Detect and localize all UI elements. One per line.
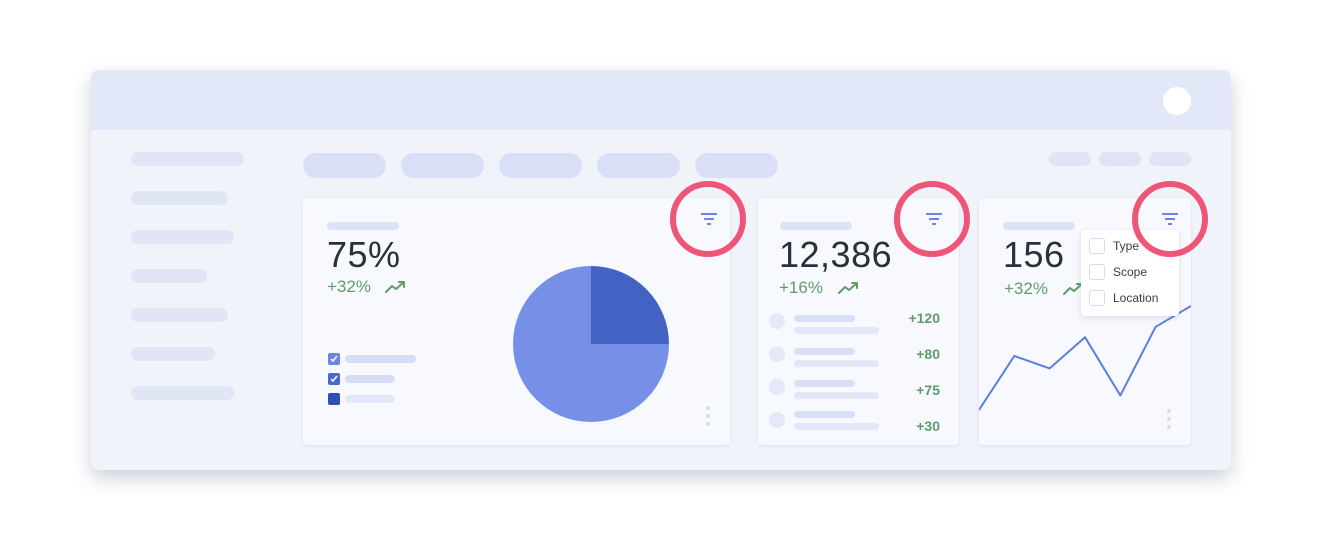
line-chart [979,305,1191,411]
legend-label-placeholder [345,395,395,403]
sidebar-item[interactable] [131,269,207,283]
list-item-value: +120 [908,310,940,326]
count-delta: +16% [779,278,823,297]
pie-chart [513,266,669,422]
list-item-subtitle [794,423,879,430]
nav-tab[interactable] [695,153,778,178]
list-item-subtitle [794,360,879,367]
toolbar-item[interactable] [1049,152,1091,166]
checkbox[interactable] [1089,264,1105,280]
list-item-subtitle [794,392,879,399]
legend-label-placeholder [345,355,416,363]
top-bar [91,70,1231,130]
filter-option-label: Scope [1113,265,1148,279]
count-value: 12,386 [779,234,893,275]
sidebar-item[interactable] [131,191,228,205]
checkbox[interactable] [1089,238,1105,254]
sidebar-item[interactable] [131,152,244,166]
check-icon [330,375,338,383]
nav-tab[interactable] [303,153,386,178]
filter-option-location[interactable]: Location [1087,288,1177,308]
list-item-title [794,411,855,418]
filter-option-label: Type [1113,239,1140,253]
percent-value: 75% [327,234,401,275]
checkbox[interactable] [1089,290,1105,306]
toolbar-item[interactable] [1149,152,1191,166]
line-series [979,305,1191,411]
list-item-title [794,315,855,322]
nav-tab[interactable] [499,153,582,178]
list-item-avatar [769,379,785,395]
trending-up-icon [385,281,405,293]
nav-tab[interactable] [597,153,680,178]
card-title-placeholder [780,222,852,230]
sidebar-item[interactable] [131,347,215,361]
filter-option-label: Location [1113,291,1159,305]
filter-highlight-ring [1132,181,1208,257]
list-item-title [794,380,855,387]
check-icon [330,355,338,363]
percent-delta: +32% [327,277,371,296]
filter-highlight-ring [894,181,970,257]
list-item-avatar [769,313,785,329]
more-vertical-icon[interactable] [705,406,711,428]
sidebar-item[interactable] [131,230,234,244]
toolbar-item[interactable] [1099,152,1141,166]
list-item-avatar [769,412,785,428]
card-title-placeholder [327,222,399,230]
legend-label-placeholder [345,375,395,383]
list-item-value: +75 [916,382,940,398]
filter-option-scope[interactable]: Scope [1087,262,1177,282]
list-item-value: +30 [916,418,940,434]
list-item-avatar [769,346,785,362]
sidebar-item[interactable] [131,386,234,400]
pie-slice [591,266,669,344]
more-vertical-icon[interactable] [1166,409,1172,431]
sidebar-item[interactable] [131,308,228,322]
trending-up-icon [838,282,858,294]
card-title-placeholder [1003,222,1075,230]
avatar[interactable] [1163,87,1191,115]
line-delta: +32% [1004,279,1048,298]
filter-highlight-ring [670,181,746,257]
list-item-subtitle [794,327,879,334]
list-item-title [794,348,855,355]
line-value: 156 [1003,234,1065,275]
list-item-value: +80 [916,346,940,362]
legend-swatch [328,393,340,405]
nav-tab[interactable] [401,153,484,178]
